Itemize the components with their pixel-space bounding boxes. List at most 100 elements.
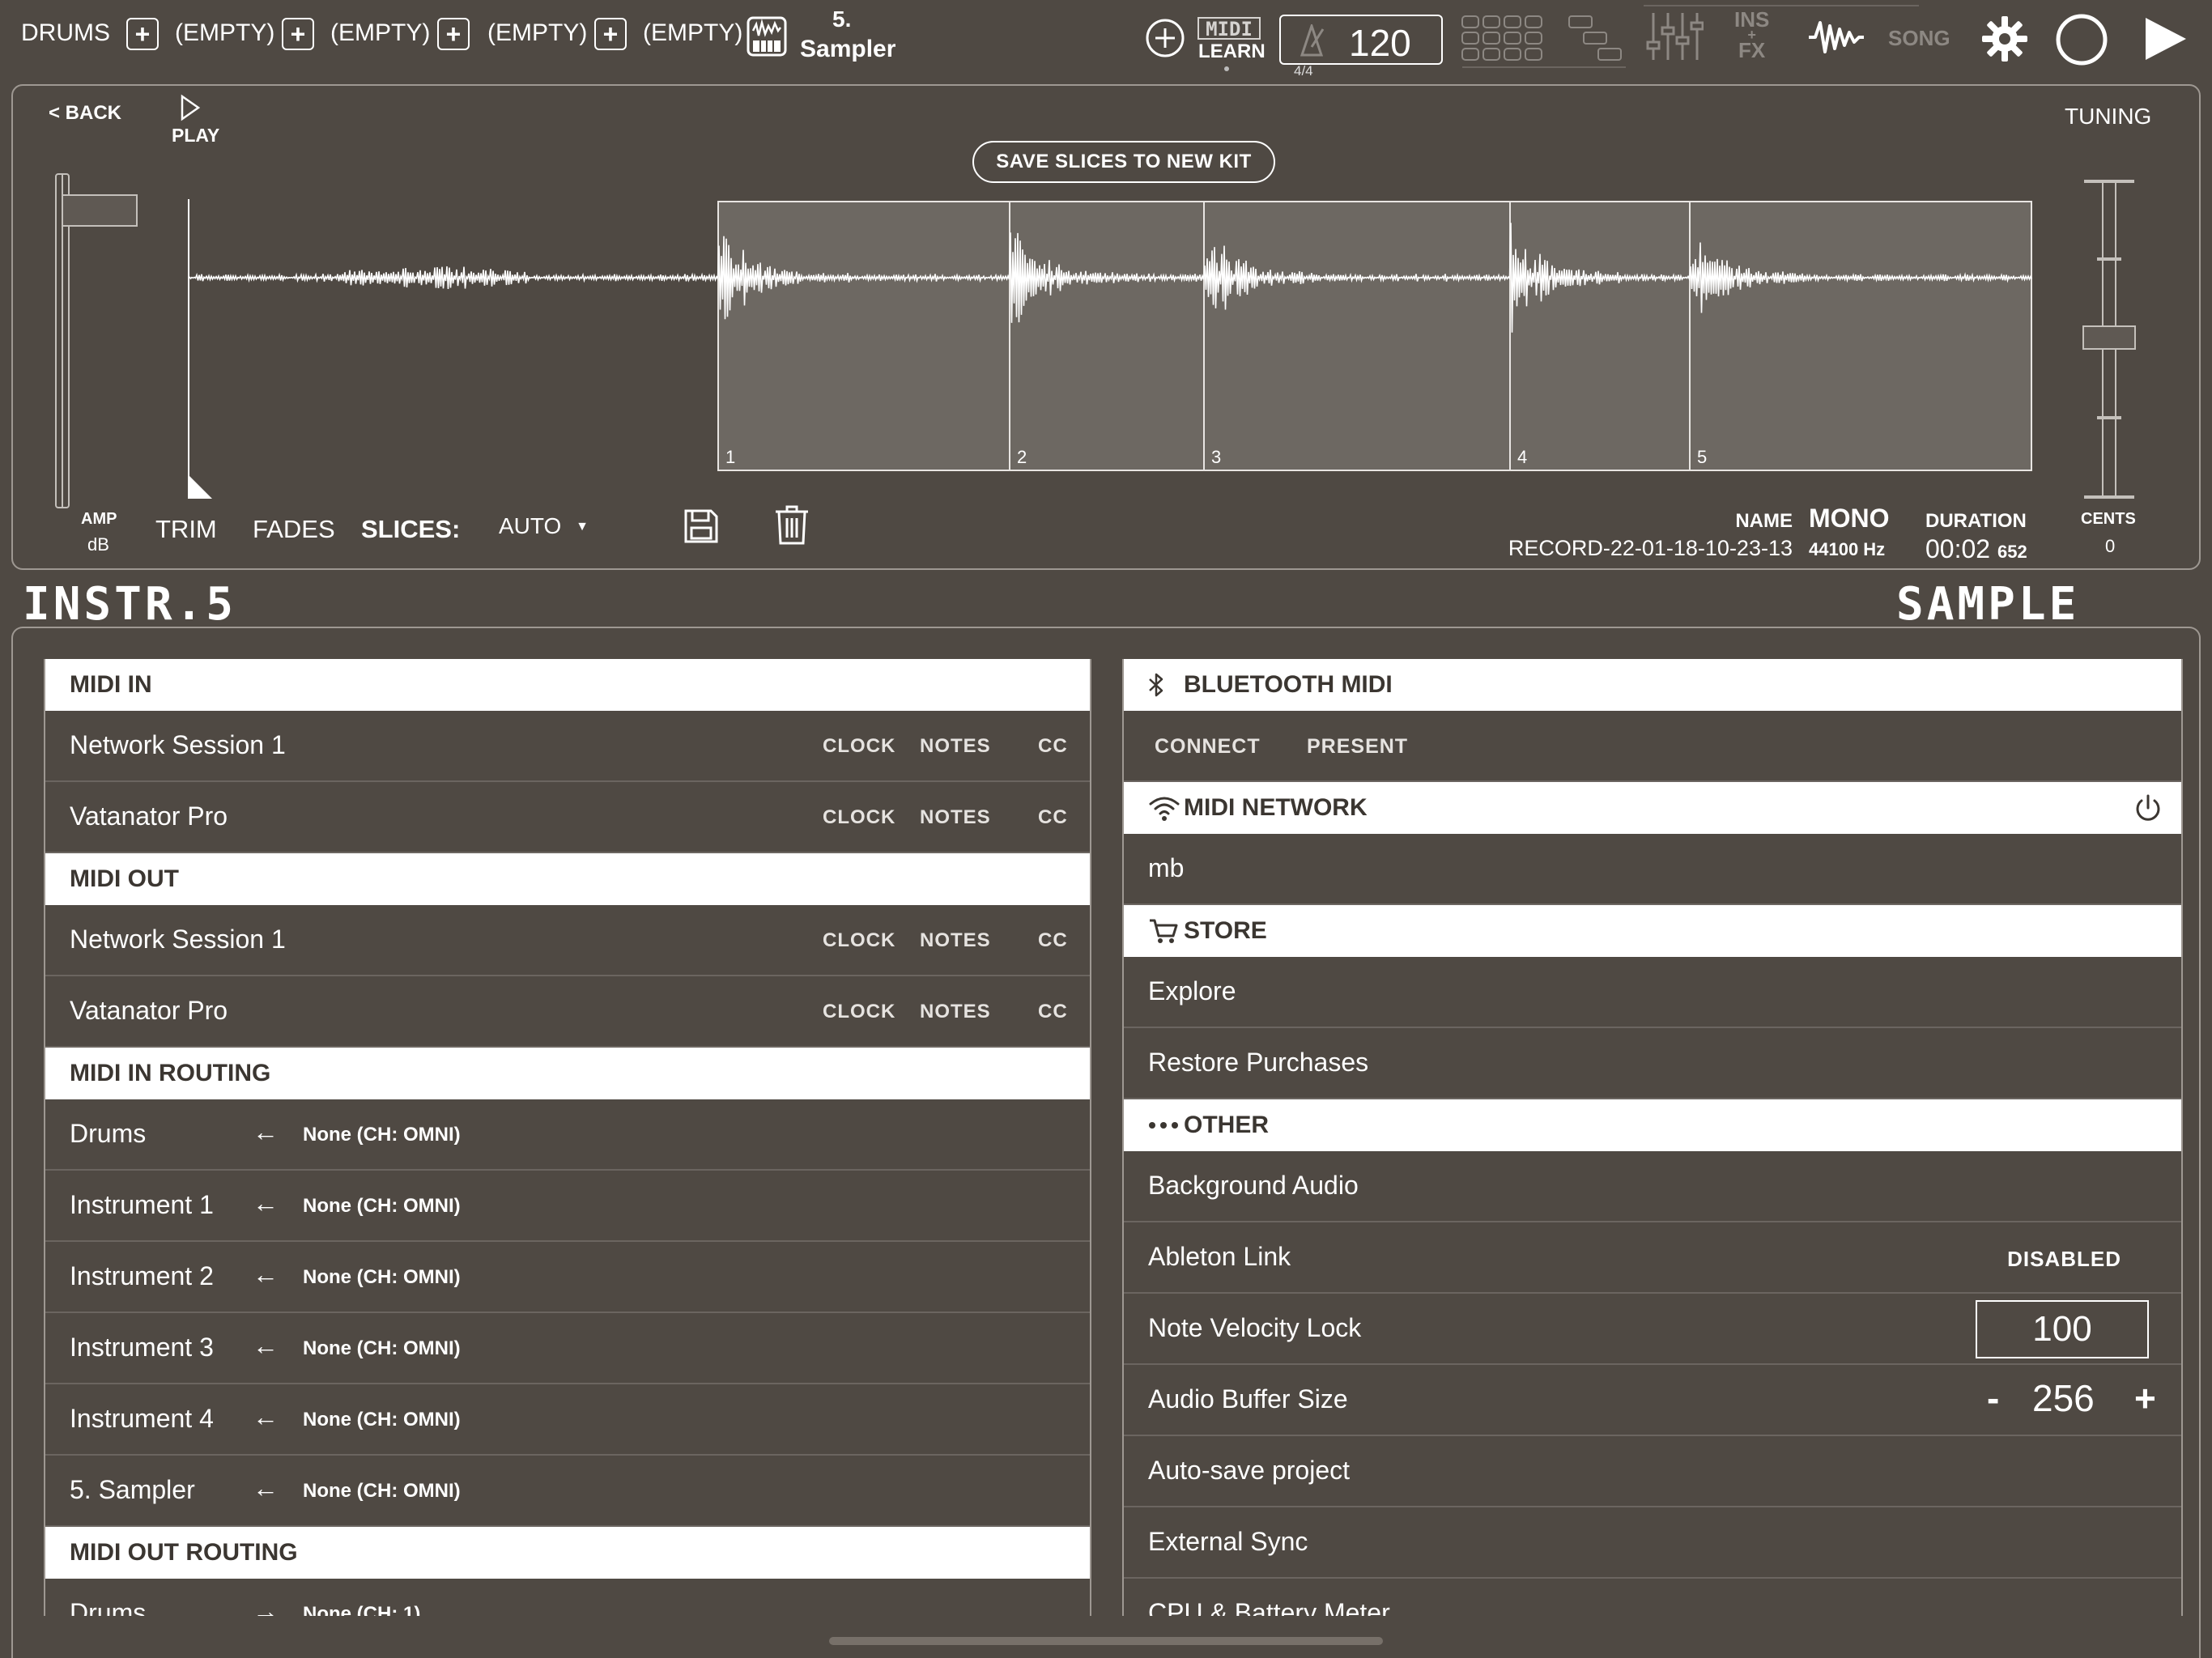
routing-source[interactable]: None (CH: OMNI) <box>303 1409 461 1431</box>
routing-destination[interactable]: None (CH: 1) <box>303 1603 420 1616</box>
routing-row[interactable]: 5. Sampler ← None (CH: OMNI) <box>45 1456 1090 1527</box>
routing-source[interactable]: None (CH: OMNI) <box>303 1480 461 1503</box>
note-velocity-input[interactable]: 100 <box>1976 1300 2149 1358</box>
sample-name: RECORD-22-01-18-10-23-13 <box>1493 536 1793 561</box>
buffer-increase-button[interactable]: + <box>2134 1376 2156 1420</box>
routing-source[interactable]: None (CH: OMNI) <box>303 1195 461 1218</box>
midi-out-device-name: Network Session 1 <box>70 925 286 954</box>
network-session-name: mb <box>1148 853 1184 883</box>
midi-out-row[interactable]: Network Session 1 CLOCK NOTES CC <box>45 905 1090 976</box>
clock-toggle[interactable]: CLOCK <box>823 806 895 829</box>
track-name[interactable]: Sampler <box>800 36 895 63</box>
notes-toggle[interactable]: NOTES <box>920 1001 991 1023</box>
slices-tab[interactable]: SLICES: <box>361 515 460 544</box>
home-indicator[interactable] <box>829 1637 1383 1645</box>
buffer-decrease-button[interactable]: - <box>1987 1376 1999 1420</box>
tempo-box[interactable]: 120 <box>1279 15 1443 65</box>
midi-in-header: MIDI IN <box>45 659 1090 711</box>
routing-track-name: Drums <box>70 1119 146 1149</box>
routing-row[interactable]: Drums ← None (CH: OMNI) <box>45 1099 1090 1171</box>
routing-row[interactable]: Instrument 2 ← None (CH: OMNI) <box>45 1242 1090 1313</box>
amp-slider-handle[interactable] <box>62 194 138 227</box>
clock-toggle[interactable]: CLOCK <box>823 929 895 952</box>
cc-toggle[interactable]: CC <box>1038 929 1068 952</box>
routing-row[interactable]: Instrument 3 ← None (CH: OMNI) <box>45 1313 1090 1384</box>
notes-toggle[interactable]: NOTES <box>920 806 991 829</box>
add-instrument-2-button[interactable]: + <box>282 18 314 50</box>
clock-toggle[interactable]: CLOCK <box>823 1001 895 1023</box>
auto-save-row[interactable]: Auto-save project <box>1124 1436 2181 1507</box>
fx-label: FX <box>1734 40 1769 60</box>
slot-4-label[interactable]: (EMPTY) <box>643 19 742 47</box>
more-icon <box>1148 1121 1184 1129</box>
back-button[interactable]: < BACK <box>49 102 121 125</box>
add-circle-icon[interactable] <box>1145 18 1185 58</box>
trim-start-handle[interactable] <box>189 476 214 500</box>
external-sync-row[interactable]: External Sync <box>1124 1507 2181 1579</box>
present-button[interactable]: PRESENT <box>1307 735 1408 759</box>
background-audio-row[interactable]: Background Audio <box>1124 1151 2181 1222</box>
audio-buffer-size-label: Audio Buffer Size <box>1148 1384 1348 1414</box>
routing-source[interactable]: None (CH: OMNI) <box>303 1337 461 1360</box>
cc-toggle[interactable]: CC <box>1038 1001 1068 1023</box>
tuning-label: TUNING <box>2065 104 2151 130</box>
play-sample-button[interactable]: PLAY <box>172 94 219 147</box>
record-button-icon[interactable] <box>2055 13 2108 66</box>
cc-toggle[interactable]: CC <box>1038 806 1068 829</box>
routing-source[interactable]: None (CH: OMNI) <box>303 1266 461 1289</box>
explore-row[interactable]: Explore <box>1124 957 2181 1028</box>
sampler-icon[interactable] <box>747 16 787 57</box>
midi-in-row[interactable]: Network Session 1 CLOCK NOTES CC <box>45 711 1090 782</box>
routing-row[interactable]: Instrument 1 ← None (CH: OMNI) <box>45 1171 1090 1242</box>
ableton-link-row[interactable]: Ableton Link DISABLED <box>1124 1222 2181 1294</box>
save-icon[interactable] <box>683 508 719 544</box>
routing-track-name: 5. Sampler <box>70 1475 195 1505</box>
slice-mode-dropdown[interactable]: AUTO ▼ <box>499 513 589 539</box>
midi-in-row[interactable]: Vatanator Pro CLOCK NOTES CC <box>45 782 1090 853</box>
slot-1-label[interactable]: (EMPTY) <box>175 19 274 47</box>
midi-out-row[interactable]: Vatanator Pro CLOCK NOTES CC <box>45 976 1090 1048</box>
ableton-link-state[interactable]: DISABLED <box>2007 1247 2121 1272</box>
routing-row[interactable]: Drums → None (CH: 1) <box>45 1579 1090 1616</box>
midi-learn-button[interactable]: MIDI LEARN <box>1197 15 1261 42</box>
cpu-battery-meter-row[interactable]: CPU & Battery Meter <box>1124 1579 2181 1616</box>
restore-purchases-row[interactable]: Restore Purchases <box>1124 1028 2181 1099</box>
add-instrument-4-button[interactable]: + <box>594 18 627 50</box>
bluetooth-midi-header: BLUETOOTH MIDI <box>1124 659 2181 711</box>
pad-grid-icon[interactable] <box>1461 15 1545 63</box>
svg-text:MIDI: MIDI <box>1206 18 1253 40</box>
notes-toggle[interactable]: NOTES <box>920 735 991 758</box>
settings-panel: MIDI IN Network Session 1 CLOCK NOTES CC… <box>11 627 2201 1658</box>
notes-toggle[interactable]: NOTES <box>920 929 991 952</box>
trim-tab[interactable]: TRIM <box>155 515 217 544</box>
connect-button[interactable]: CONNECT <box>1155 735 1261 759</box>
song-button[interactable]: SONG <box>1888 26 1950 51</box>
midi-out-routing-header: MIDI OUT ROUTING <box>45 1527 1090 1579</box>
ins-fx-button[interactable]: INS + FX <box>1734 10 1769 60</box>
slot-3-label[interactable]: (EMPTY) <box>487 19 587 47</box>
network-session-row[interactable]: mb <box>1124 834 2181 905</box>
sample-waveform[interactable] <box>189 199 2035 474</box>
fades-tab[interactable]: FADES <box>253 515 335 544</box>
add-instrument-3-button[interactable]: + <box>437 18 470 50</box>
drums-track-label[interactable]: DRUMS <box>21 19 110 47</box>
routing-row[interactable]: Instrument 4 ← None (CH: OMNI) <box>45 1384 1090 1456</box>
gear-icon[interactable] <box>1980 15 2029 63</box>
clock-toggle[interactable]: CLOCK <box>823 735 895 758</box>
pattern-icon[interactable] <box>1568 15 1624 63</box>
slot-2-label[interactable]: (EMPTY) <box>330 19 430 47</box>
cc-toggle[interactable]: CC <box>1038 735 1068 758</box>
external-sync-label: External Sync <box>1148 1527 1308 1557</box>
trash-icon[interactable] <box>774 505 810 546</box>
mixer-icon[interactable] <box>1644 10 1704 63</box>
add-instrument-1-button[interactable]: + <box>126 18 159 50</box>
save-slices-button[interactable]: SAVE SLICES TO NEW KIT <box>972 141 1275 183</box>
routing-source[interactable]: None (CH: OMNI) <box>303 1124 461 1146</box>
cents-label: CENTS <box>2081 510 2136 529</box>
waveform-icon[interactable] <box>1807 18 1865 57</box>
power-icon[interactable] <box>2133 793 2163 824</box>
play-button-icon[interactable] <box>2142 15 2188 63</box>
cents-value: 0 <box>2105 536 2115 557</box>
tuning-slider-handle[interactable] <box>2082 325 2136 350</box>
routing-track-name: Instrument 3 <box>70 1333 214 1363</box>
